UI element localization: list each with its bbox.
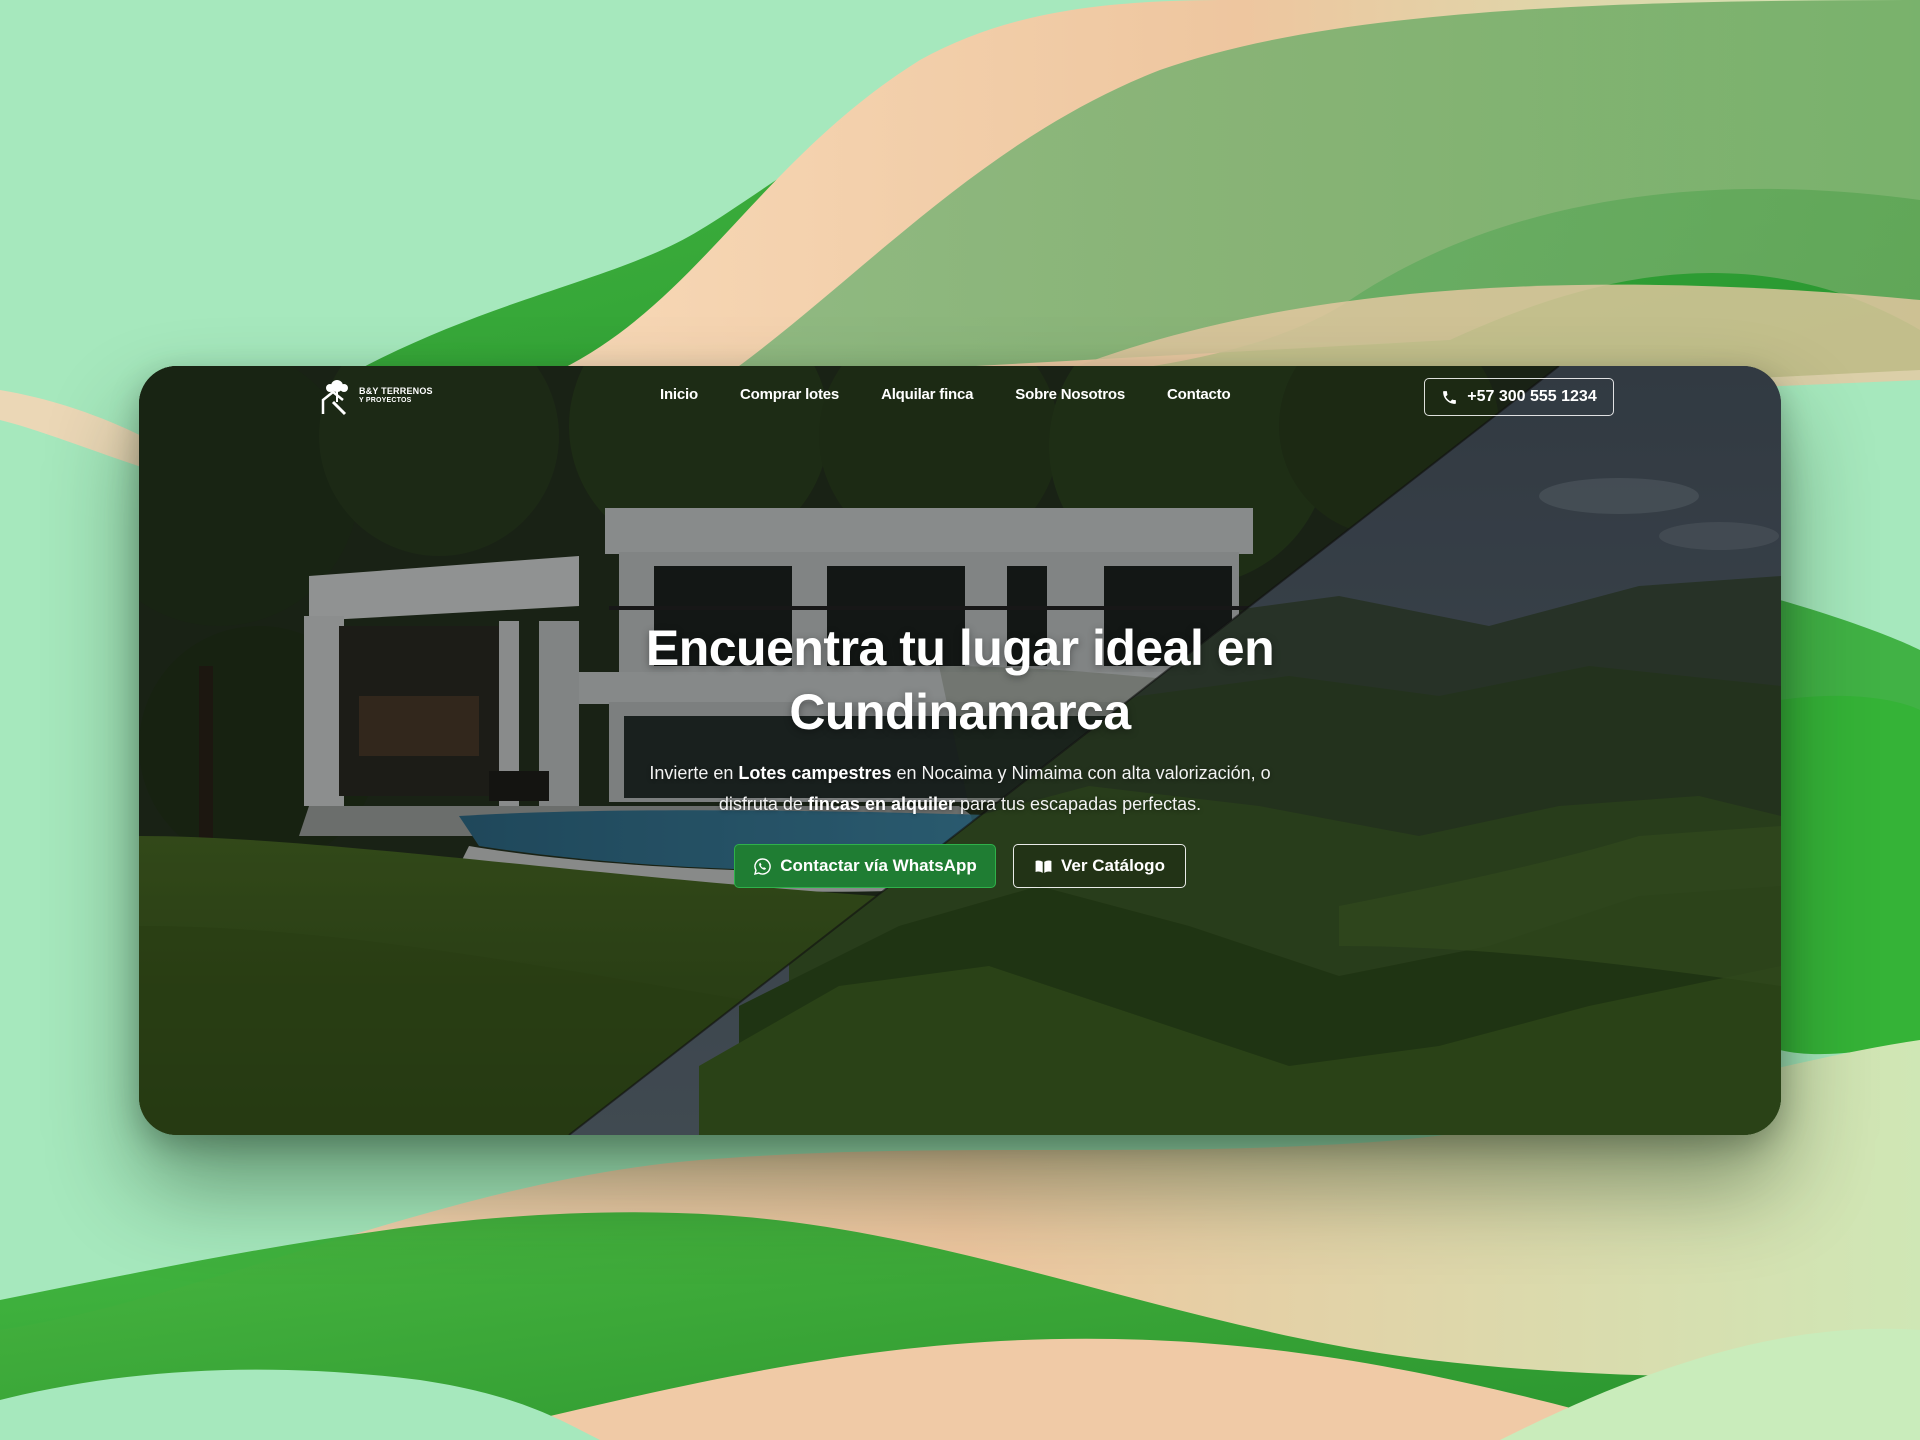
book-icon bbox=[1035, 859, 1052, 873]
brand-logo[interactable]: B&Y TERRENOS Y PROYECTOS bbox=[319, 376, 433, 416]
nav-item-inicio[interactable]: Inicio bbox=[639, 386, 719, 403]
nav-item-alquilar-finca[interactable]: Alquilar finca bbox=[860, 386, 994, 403]
hero-title-line2: Cundinamarca bbox=[789, 684, 1131, 740]
hero-subtitle-emphasis2: fincas en alquiler bbox=[807, 794, 955, 814]
hero-subtitle-text3: para tus escapadas perfectas. bbox=[954, 794, 1202, 814]
nav-item-comprar-lotes[interactable]: Comprar lotes bbox=[719, 386, 860, 403]
hero-subtitle-text1: Invierte en bbox=[649, 763, 739, 783]
phone-button[interactable]: +57 300 555 1234 bbox=[1424, 378, 1614, 416]
hero-section: Encuentra tu lugar ideal en Cundinamarca… bbox=[460, 616, 1460, 888]
hero-cta-group: Contactar vía WhatsApp Ver Catálogo bbox=[460, 844, 1460, 888]
nav-item-sobre-nosotros[interactable]: Sobre Nosotros bbox=[994, 386, 1146, 403]
logo-tree-house-icon bbox=[321, 380, 348, 416]
whatsapp-button-label: Contactar vía WhatsApp bbox=[780, 856, 977, 875]
website-screenshot-card: B&Y TERRENOS Y PROYECTOS Inicio Comprar … bbox=[139, 366, 1781, 1135]
hero-title: Encuentra tu lugar ideal en Cundinamarca bbox=[460, 616, 1460, 744]
whatsapp-icon bbox=[754, 857, 772, 875]
logo-wordmark: B&Y TERRENOS Y PROYECTOS bbox=[359, 387, 433, 405]
catalog-button[interactable]: Ver Catálogo bbox=[1013, 844, 1186, 888]
hero-title-line1: Encuentra tu lugar ideal en bbox=[645, 620, 1275, 676]
hero-subtitle: Invierte en Lotes campestres en Nocaima … bbox=[620, 758, 1300, 820]
whatsapp-contact-button[interactable]: Contactar vía WhatsApp bbox=[734, 844, 996, 888]
site-navbar: B&Y TERRENOS Y PROYECTOS Inicio Comprar … bbox=[139, 366, 1781, 436]
main-menu: Inicio Comprar lotes Alquilar finca Sobr… bbox=[639, 386, 1251, 403]
phone-icon bbox=[1443, 390, 1457, 404]
nav-item-contacto[interactable]: Contacto bbox=[1146, 386, 1251, 403]
phone-number: +57 300 555 1234 bbox=[1467, 388, 1597, 405]
logo-line1: B&Y TERRENOS bbox=[359, 386, 433, 396]
logo-line2: Y PROYECTOS bbox=[359, 397, 412, 404]
hero-subtitle-emphasis1: Lotes campestres bbox=[738, 763, 892, 783]
catalog-button-label: Ver Catálogo bbox=[1061, 856, 1165, 875]
